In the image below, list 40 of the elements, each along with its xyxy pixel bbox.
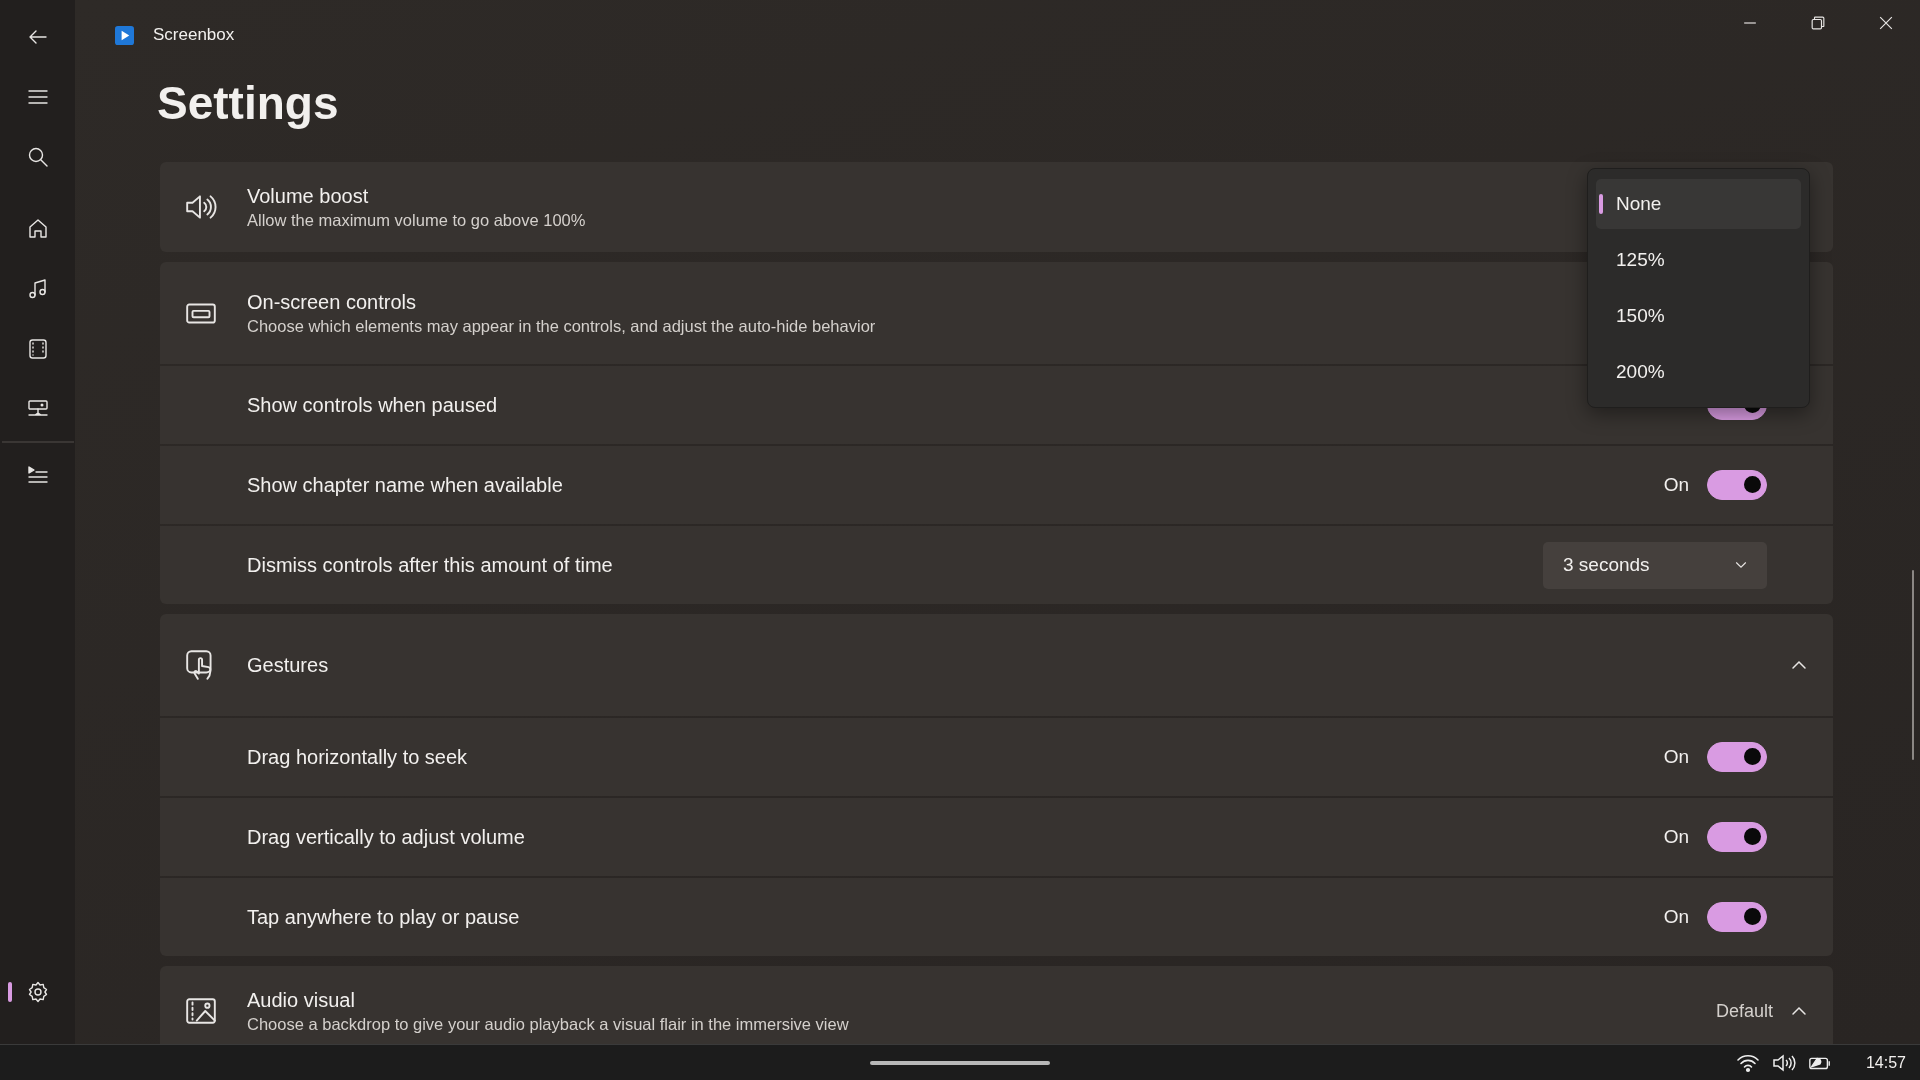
- setting-title: Audio visual: [247, 988, 356, 1012]
- setting-title: On-screen controls: [247, 290, 417, 314]
- dropdown-field[interactable]: 3 seconds: [1543, 541, 1767, 589]
- wifi-icon[interactable]: [1735, 1052, 1760, 1073]
- setting-label: Drag horizontally to seek: [247, 745, 468, 769]
- toggle-switch[interactable]: [1707, 470, 1767, 500]
- setting-description: Choose which elements may appear in the controls, and adjust the auto-hide behavior: [247, 316, 876, 336]
- toggle-switch[interactable]: [1707, 902, 1767, 932]
- page-title: Settings: [157, 78, 340, 131]
- setting-label: Show controls when paused: [247, 393, 498, 417]
- app-icon: [115, 25, 134, 45]
- volume-icon[interactable]: [1771, 1052, 1796, 1073]
- dropdown-option[interactable]: 200%: [1596, 347, 1801, 397]
- setting-title: Gestures: [247, 653, 329, 677]
- chevron-down-icon: [1735, 561, 1747, 569]
- clock[interactable]: 14:57: [1865, 1053, 1906, 1072]
- toggle-switch[interactable]: [1707, 742, 1767, 772]
- toggle-state: On: [1663, 474, 1689, 496]
- setting-label: Dismiss controls after this amount of time: [247, 553, 613, 577]
- setting-label: Tap anywhere to play or pause: [247, 905, 520, 929]
- setting-description: Choose a backdrop to give your audio playback a visual flair in the immersive view: [247, 1014, 849, 1034]
- toggle-state: On: [1663, 746, 1689, 768]
- toggle-state: On: [1663, 906, 1689, 928]
- dropdown-option[interactable]: 150%: [1596, 291, 1801, 341]
- restore-icon[interactable]: [1811, 16, 1825, 30]
- collapse-chevron-icon[interactable]: [1791, 660, 1807, 670]
- toggle-state: On: [1663, 826, 1689, 848]
- selection-indicator: [8, 982, 12, 1002]
- current-value: Default: [1715, 1000, 1773, 1022]
- dropdown-option[interactable]: None: [1596, 179, 1801, 229]
- setting-label: Drag vertically to adjust volume: [247, 825, 525, 849]
- collapse-chevron-icon[interactable]: [1791, 1006, 1807, 1016]
- setting-title: Volume boost: [247, 184, 370, 208]
- close-icon[interactable]: [1879, 16, 1893, 30]
- dropdown-option[interactable]: 125%: [1596, 235, 1801, 285]
- scrollbar[interactable]: [1912, 570, 1914, 760]
- setting-description: Allow the maximum volume to go above 100%: [247, 210, 586, 230]
- setting-label: Show chapter name when available: [247, 473, 563, 497]
- window-title: Screenbox: [153, 25, 235, 45]
- toggle-switch[interactable]: [1707, 822, 1767, 852]
